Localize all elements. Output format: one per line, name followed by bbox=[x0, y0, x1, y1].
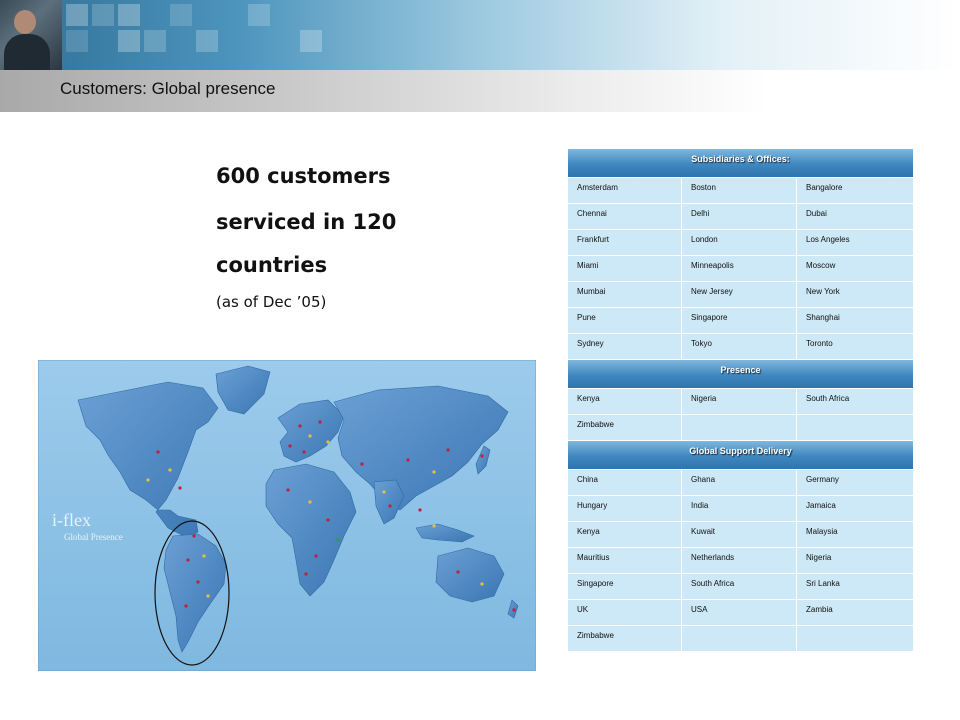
header-banner bbox=[0, 0, 960, 70]
table-cell: India bbox=[682, 496, 797, 522]
table-row: Pune Singapore Shanghai bbox=[568, 308, 913, 334]
table-row: Zimbabwe bbox=[568, 626, 913, 652]
table-cell: Sri Lanka bbox=[797, 574, 913, 600]
map-brand: i-flex bbox=[52, 510, 91, 530]
table-cell: Shanghai bbox=[797, 308, 913, 334]
table-cell: Mumbai bbox=[568, 282, 682, 308]
table-cell: UK bbox=[568, 600, 682, 626]
table-cell: South Africa bbox=[797, 389, 913, 415]
table-cell: Sydney bbox=[568, 334, 682, 360]
table-cell: Moscow bbox=[797, 256, 913, 282]
table-row: Sydney Tokyo Toronto bbox=[568, 334, 913, 360]
table-row: Chennai Delhi Dubai bbox=[568, 204, 913, 230]
table-row: Mumbai New Jersey New York bbox=[568, 282, 913, 308]
table-cell: Minneapolis bbox=[682, 256, 797, 282]
headline-line-3: countries bbox=[216, 253, 328, 277]
table-cell: Miami bbox=[568, 256, 682, 282]
headline-line-2: serviced in 120 bbox=[216, 210, 397, 234]
table-cell: Kenya bbox=[568, 522, 682, 548]
table-cell bbox=[797, 415, 913, 441]
table-row: Frankfurt London Los Angeles bbox=[568, 230, 913, 256]
offices-table: Subsidiaries & Offices: Amsterdam Boston Ba… bbox=[568, 149, 913, 652]
table-cell: Singapore bbox=[682, 308, 797, 334]
world-map: i-flex Global Presence bbox=[38, 360, 536, 671]
table-cell: South Africa bbox=[682, 574, 797, 600]
table-cell bbox=[682, 415, 797, 441]
table-row: UK USA Zambia bbox=[568, 600, 913, 626]
page-title: Customers: Global presence bbox=[60, 79, 276, 98]
table-cell: Singapore bbox=[568, 574, 682, 600]
section-header: Global Support Delivery bbox=[568, 441, 913, 470]
table-row: Singapore South Africa Sri Lanka bbox=[568, 574, 913, 600]
table-cell bbox=[797, 626, 913, 652]
table-cell: Amsterdam bbox=[568, 178, 682, 204]
table-row: Mauritius Netherlands Nigeria bbox=[568, 548, 913, 574]
table-cell: Los Angeles bbox=[797, 230, 913, 256]
table-cell: China bbox=[568, 470, 682, 496]
section-header: Presence bbox=[568, 360, 913, 389]
table-cell: Dubai bbox=[797, 204, 913, 230]
table-cell: London bbox=[682, 230, 797, 256]
headline-line-1: 600 customers bbox=[216, 164, 391, 188]
table-cell: Bangalore bbox=[797, 178, 913, 204]
table-cell: Tokyo bbox=[682, 334, 797, 360]
table-cell bbox=[682, 626, 797, 652]
table-cell: Mauritius bbox=[568, 548, 682, 574]
table-cell: New Jersey bbox=[682, 282, 797, 308]
map-caption: Global Presence bbox=[64, 532, 123, 542]
table-cell: New York bbox=[797, 282, 913, 308]
table-row: Kenya Nigeria South Africa bbox=[568, 389, 913, 415]
table-cell: Nigeria bbox=[682, 389, 797, 415]
table-cell: Malaysia bbox=[797, 522, 913, 548]
headline-note: (as of Dec ’05) bbox=[216, 293, 327, 311]
table-cell: Kenya bbox=[568, 389, 682, 415]
table-row: China Ghana Germany bbox=[568, 470, 913, 496]
table-cell: Toronto bbox=[797, 334, 913, 360]
table-cell: USA bbox=[682, 600, 797, 626]
table-row: Kenya Kuwait Malaysia bbox=[568, 522, 913, 548]
table-cell: Nigeria bbox=[797, 548, 913, 574]
table-cell: Zimbabwe bbox=[568, 415, 682, 441]
table-row: Miami Minneapolis Moscow bbox=[568, 256, 913, 282]
table-cell: Delhi bbox=[682, 204, 797, 230]
table-cell: Hungary bbox=[568, 496, 682, 522]
table-cell: Netherlands bbox=[682, 548, 797, 574]
table-cell: Chennai bbox=[568, 204, 682, 230]
table-cell: Zimbabwe bbox=[568, 626, 682, 652]
section-header: Subsidiaries & Offices: bbox=[568, 149, 913, 178]
table-cell: Zambia bbox=[797, 600, 913, 626]
table-cell: Boston bbox=[682, 178, 797, 204]
banner-photo bbox=[0, 0, 62, 70]
table-row: Zimbabwe bbox=[568, 415, 913, 441]
table-cell: Pune bbox=[568, 308, 682, 334]
table-cell: Ghana bbox=[682, 470, 797, 496]
table-cell: Frankfurt bbox=[568, 230, 682, 256]
table-cell: Germany bbox=[797, 470, 913, 496]
table-row: Amsterdam Boston Bangalore bbox=[568, 178, 913, 204]
table-row: Hungary India Jamaica bbox=[568, 496, 913, 522]
table-cell: Jamaica bbox=[797, 496, 913, 522]
table-cell: Kuwait bbox=[682, 522, 797, 548]
